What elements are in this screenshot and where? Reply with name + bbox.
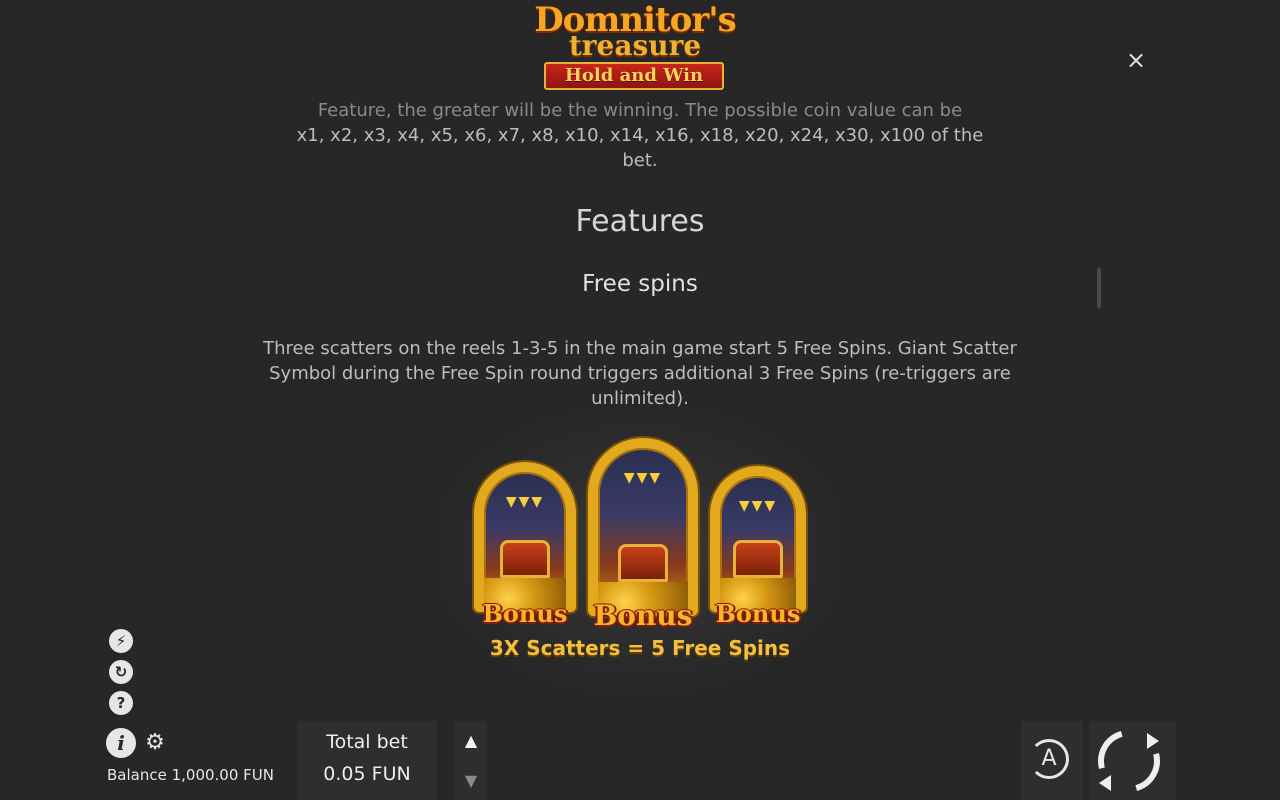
logo-ribbon: Hold and Win xyxy=(544,62,724,90)
bet-decrease-icon[interactable]: ▼ xyxy=(455,765,487,797)
treasure-chest-icon xyxy=(500,540,550,578)
arrows-icon: ▼▼▼ xyxy=(623,470,663,486)
quick-spin-icon[interactable]: ↻ xyxy=(109,660,133,684)
intro-line-3: bet. xyxy=(622,150,658,171)
coin-value-paragraph: Feature, the greater will be the winning… xyxy=(260,98,1020,173)
balance-readout: Balance 1,000.00 FUN xyxy=(107,766,274,784)
total-bet-label: Total bet xyxy=(326,731,408,753)
logo-subtitle: treasure xyxy=(568,29,702,62)
bet-increase-icon[interactable]: ▲ xyxy=(455,725,487,757)
scatter-caption: 3X Scatters = 5 Free Spins xyxy=(489,636,791,660)
bonus-scatter-symbol: ▼▼▼ Bonus xyxy=(588,438,698,632)
info-icon[interactable]: i xyxy=(106,728,136,758)
bonus-label: Bonus xyxy=(482,599,568,628)
gear-icon[interactable]: ⚙ xyxy=(143,731,167,755)
treasure-chest-icon xyxy=(618,544,668,582)
bonus-scatter-symbol: ▼▼▼ Bonus xyxy=(474,462,576,628)
total-bet-value: 0.05 FUN xyxy=(323,763,411,785)
intro-line-1: Feature, the greater will be the winning… xyxy=(317,100,963,121)
scrollbar-thumb[interactable] xyxy=(1097,268,1101,308)
autoplay-button[interactable]: A xyxy=(1021,721,1083,800)
total-bet-panel: Total bet 0.05 FUN xyxy=(297,721,437,800)
bonus-label: Bonus xyxy=(715,599,801,628)
desc-line-3: unlimited). xyxy=(591,388,689,409)
desc-line-1: Three scatters on the reels 1-3-5 in the… xyxy=(263,338,1017,359)
free-spins-description: Three scatters on the reels 1-3-5 in the… xyxy=(260,336,1020,411)
autoplay-letter: A xyxy=(1041,746,1057,771)
close-icon[interactable]: × xyxy=(1122,46,1150,74)
bet-stepper: ▲ ▼ xyxy=(455,721,487,800)
spin-arrow-icon xyxy=(1099,775,1111,791)
intro-line-2: x1, x2, x3, x4, x5, x6, x7, x8, x10, x14… xyxy=(296,125,984,146)
arrows-icon: ▼▼▼ xyxy=(505,494,545,510)
desc-line-2: Symbol during the Free Spin round trigge… xyxy=(269,363,1011,384)
game-logo: Domnitor's treasure Hold and Win xyxy=(530,0,740,96)
arrows-icon: ▼▼▼ xyxy=(738,498,778,514)
spin-button[interactable] xyxy=(1086,718,1176,800)
bonus-label: Bonus xyxy=(593,599,693,632)
bonus-scatter-symbol: ▼▼▼ Bonus xyxy=(710,466,806,628)
turbo-icon[interactable]: ⚡ xyxy=(109,629,133,653)
spin-arrow-icon xyxy=(1147,733,1159,749)
free-spins-heading: Free spins xyxy=(582,271,698,297)
paytable-screen: Domnitor's treasure Hold and Win × Featu… xyxy=(0,0,1280,800)
help-icon[interactable]: ? xyxy=(109,691,133,715)
features-heading: Features xyxy=(575,204,705,239)
treasure-chest-icon xyxy=(733,540,783,578)
